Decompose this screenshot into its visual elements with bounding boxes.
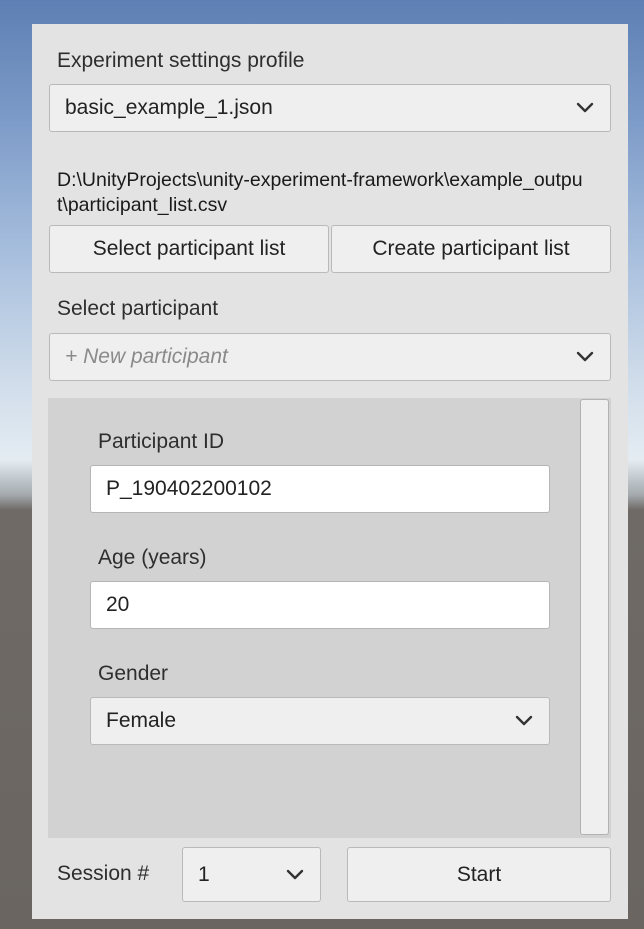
- participant-details-scrollview: Participant ID P_190402200102 Age (years…: [48, 398, 579, 838]
- create-participant-list-button[interactable]: Create participant list: [331, 225, 611, 273]
- gender-dropdown-value: Female: [106, 709, 177, 732]
- gender-dropdown[interactable]: Female: [90, 697, 550, 745]
- chevron-down-icon: [576, 102, 594, 113]
- profile-dropdown-value: basic_example_1.json: [65, 96, 273, 119]
- chevron-down-icon: [286, 869, 304, 879]
- profile-label: Experiment settings profile: [57, 49, 305, 72]
- chevron-down-icon: [576, 351, 594, 362]
- participant-id-label: Participant ID: [98, 430, 225, 453]
- chevron-down-icon: [515, 715, 533, 726]
- age-value: 20: [106, 593, 130, 616]
- session-dropdown[interactable]: 1: [182, 847, 321, 902]
- gender-label: Gender: [98, 662, 169, 685]
- startup-panel: Experiment settings profile basic_exampl…: [32, 24, 628, 919]
- session-dropdown-value: 1: [198, 862, 210, 886]
- participant-dropdown-placeholder: + New participant: [65, 345, 228, 368]
- select-participant-label: Select participant: [57, 297, 219, 320]
- participant-id-value: P_190402200102: [106, 477, 272, 500]
- age-field[interactable]: 20: [90, 581, 550, 629]
- select-participant-list-button[interactable]: Select participant list: [49, 225, 329, 273]
- age-label: Age (years): [98, 546, 207, 569]
- session-label: Session #: [57, 862, 150, 885]
- participant-dropdown[interactable]: + New participant: [49, 333, 611, 381]
- start-button[interactable]: Start: [347, 847, 611, 902]
- participant-list-path: D:\UnityProjects\unity-experiment-framew…: [57, 169, 583, 216]
- scrollbar-handle[interactable]: [580, 399, 609, 835]
- profile-dropdown[interactable]: basic_example_1.json: [49, 84, 611, 132]
- vertical-scrollbar[interactable]: [579, 398, 611, 838]
- participant-id-field[interactable]: P_190402200102: [90, 465, 550, 513]
